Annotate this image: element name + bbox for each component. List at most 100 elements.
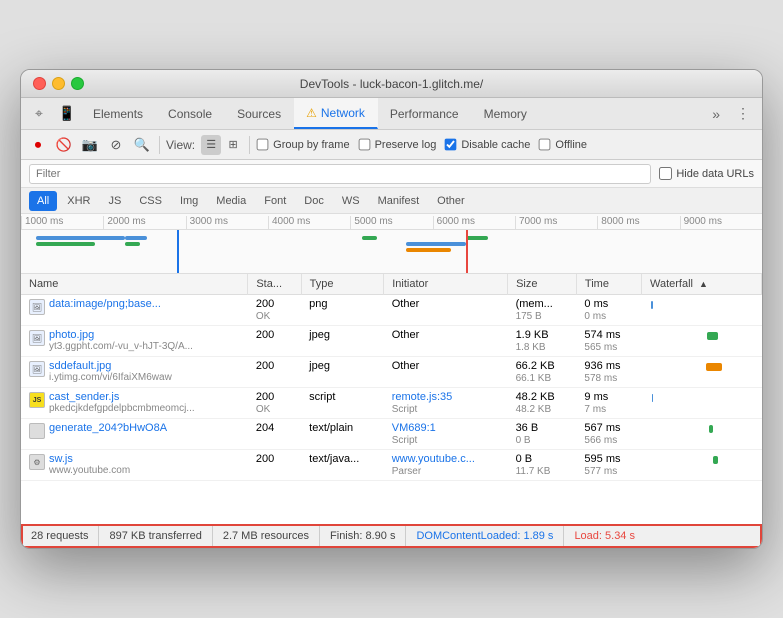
time-secondary: 566 ms [584,435,617,446]
table-body: 🖼 data:image/png;base... 200OKpngOther(m… [21,295,762,481]
time-secondary: 577 ms [584,466,617,477]
col-initiator[interactable]: Initiator [384,274,508,295]
devtools-menu-button[interactable]: ⋮ [728,105,758,122]
more-tabs-button[interactable]: » [704,106,728,122]
col-waterfall[interactable]: Waterfall ▲ [642,274,762,295]
size-primary: 0 B [516,453,533,465]
table-row[interactable]: generate_204?bHwO8A 204text/plainVM689:1… [21,419,762,450]
resources-size: 2.7 MB resources [213,526,320,546]
filter-icon-button[interactable]: ⊘ [105,134,127,156]
hide-data-urls-checkbox[interactable]: Hide data URLs [659,167,754,180]
initiator-link[interactable]: remote.js:35 [392,391,453,403]
status-code: 200 [256,298,274,310]
cell-size: (mem...175 B [508,295,577,326]
cell-size: 0 B11.7 KB [508,450,577,481]
type-filter-bar: All XHR JS CSS Img Media Font Doc WS Man… [21,188,762,214]
table-row[interactable]: 🖼 photo.jpg yt3.ggpht.com/-vu_v-hJT-3Q/A… [21,326,762,357]
tl-bar-4 [125,242,140,246]
list-view-button[interactable]: ☰ [201,135,221,155]
maximize-button[interactable] [71,77,84,90]
tab-sources[interactable]: Sources [225,98,294,129]
screenshot-button[interactable]: 📷 [79,134,101,156]
group-by-frame-input[interactable] [257,139,269,151]
tab-network[interactable]: ⚠ Network [294,98,378,129]
disable-cache-checkbox[interactable]: Disable cache [444,138,530,151]
initiator-link[interactable]: www.youtube.c... [392,453,475,465]
filename: photo.jpg [49,329,193,341]
disable-cache-input[interactable] [445,139,457,151]
grid-view-button[interactable]: ⊞ [223,135,243,155]
type-btn-img[interactable]: Img [172,191,206,211]
cell-time: 0 ms0 ms [576,295,641,326]
timeline-ruler: 1000 ms 2000 ms 3000 ms 4000 ms 5000 ms … [21,214,762,230]
tab-memory[interactable]: Memory [472,98,540,129]
table-row[interactable]: 🖼 sddefault.jpg i.ytimg.com/vi/6IfaiXM6w… [21,357,762,388]
type-btn-media[interactable]: Media [208,191,254,211]
cell-time: 936 ms578 ms [576,357,641,388]
record-button[interactable]: ⏺ [27,134,49,156]
network-table-container[interactable]: Name Sta... Type Initiator Size Time Wat… [21,274,762,524]
type-btn-js[interactable]: JS [100,191,129,211]
offline-input[interactable] [539,139,551,151]
col-size[interactable]: Size [508,274,577,295]
tab-console[interactable]: Console [156,98,225,129]
cell-size: 1.9 KB1.8 KB [508,326,577,357]
col-status[interactable]: Sta... [248,274,301,295]
size-secondary: 0 B [516,435,531,446]
type-btn-doc[interactable]: Doc [296,191,332,211]
waterfall-bar [646,391,758,405]
filter-input[interactable] [29,164,651,184]
cell-type: text/java... [301,450,384,481]
size-secondary: 11.7 KB [516,466,551,477]
type-btn-other[interactable]: Other [429,191,473,211]
waterfall-bar [646,422,758,436]
view-label: View: [166,138,195,152]
cell-name: 🖼 sddefault.jpg i.ytimg.com/vi/6IfaiXM6w… [21,357,248,388]
cell-name: 🖼 photo.jpg yt3.ggpht.com/-vu_v-hJT-3Q/A… [21,326,248,357]
type-btn-manifest[interactable]: Manifest [370,191,428,211]
table-row[interactable]: 🖼 data:image/png;base... 200OKpngOther(m… [21,295,762,326]
type-btn-font[interactable]: Font [256,191,294,211]
hide-data-urls-input[interactable] [659,167,672,180]
minimize-button[interactable] [52,77,65,90]
status-code: 204 [256,422,274,434]
waterfall-bar [646,329,758,343]
cell-time: 595 ms577 ms [576,450,641,481]
initiator-link[interactable]: VM689:1 [392,422,436,434]
tab-elements[interactable]: Elements [81,98,156,129]
type-btn-xhr[interactable]: XHR [59,191,98,211]
type-btn-ws[interactable]: WS [334,191,368,211]
close-button[interactable] [33,77,46,90]
inspect-icon[interactable]: ⌖ [25,100,53,128]
mobile-icon[interactable]: 📱 [53,100,81,128]
cell-size: 48.2 KB48.2 KB [508,388,577,419]
preserve-log-checkbox[interactable]: Preserve log [358,138,437,151]
col-name[interactable]: Name [21,274,248,295]
col-type[interactable]: Type [301,274,384,295]
file-type-icon [29,423,45,439]
file-type-icon: ⚙ [29,454,45,470]
initiator-text: Other [392,298,420,310]
col-time[interactable]: Time [576,274,641,295]
offline-checkbox[interactable]: Offline [538,138,587,151]
domcontent-time: DOMContentLoaded: 1.89 s [406,526,564,546]
tab-performance[interactable]: Performance [378,98,472,129]
wf-bar-fill [651,301,653,309]
table-row[interactable]: ⚙ sw.js www.youtube.com 200text/java...w… [21,450,762,481]
clear-button[interactable]: 🚫 [53,134,75,156]
cell-type: script [301,388,384,419]
type-btn-all[interactable]: All [29,191,57,211]
table-row[interactable]: JS cast_sender.js pkedcjkdefgpdelpbcmbme… [21,388,762,419]
group-by-frame-checkbox[interactable]: Group by frame [256,138,349,151]
search-button[interactable]: 🔍 [131,134,153,156]
warning-icon: ⚠ [306,106,317,120]
cell-status: 204 [248,419,301,450]
preserve-log-input[interactable] [358,139,370,151]
size-secondary: 1.8 KB [516,342,546,353]
status-code: 200 [256,391,274,403]
file-url: www.youtube.com [49,465,130,476]
type-btn-css[interactable]: CSS [131,191,170,211]
size-primary: 66.2 KB [516,360,555,372]
tl-bar-3 [125,236,147,240]
tl-bar-6 [406,242,465,246]
